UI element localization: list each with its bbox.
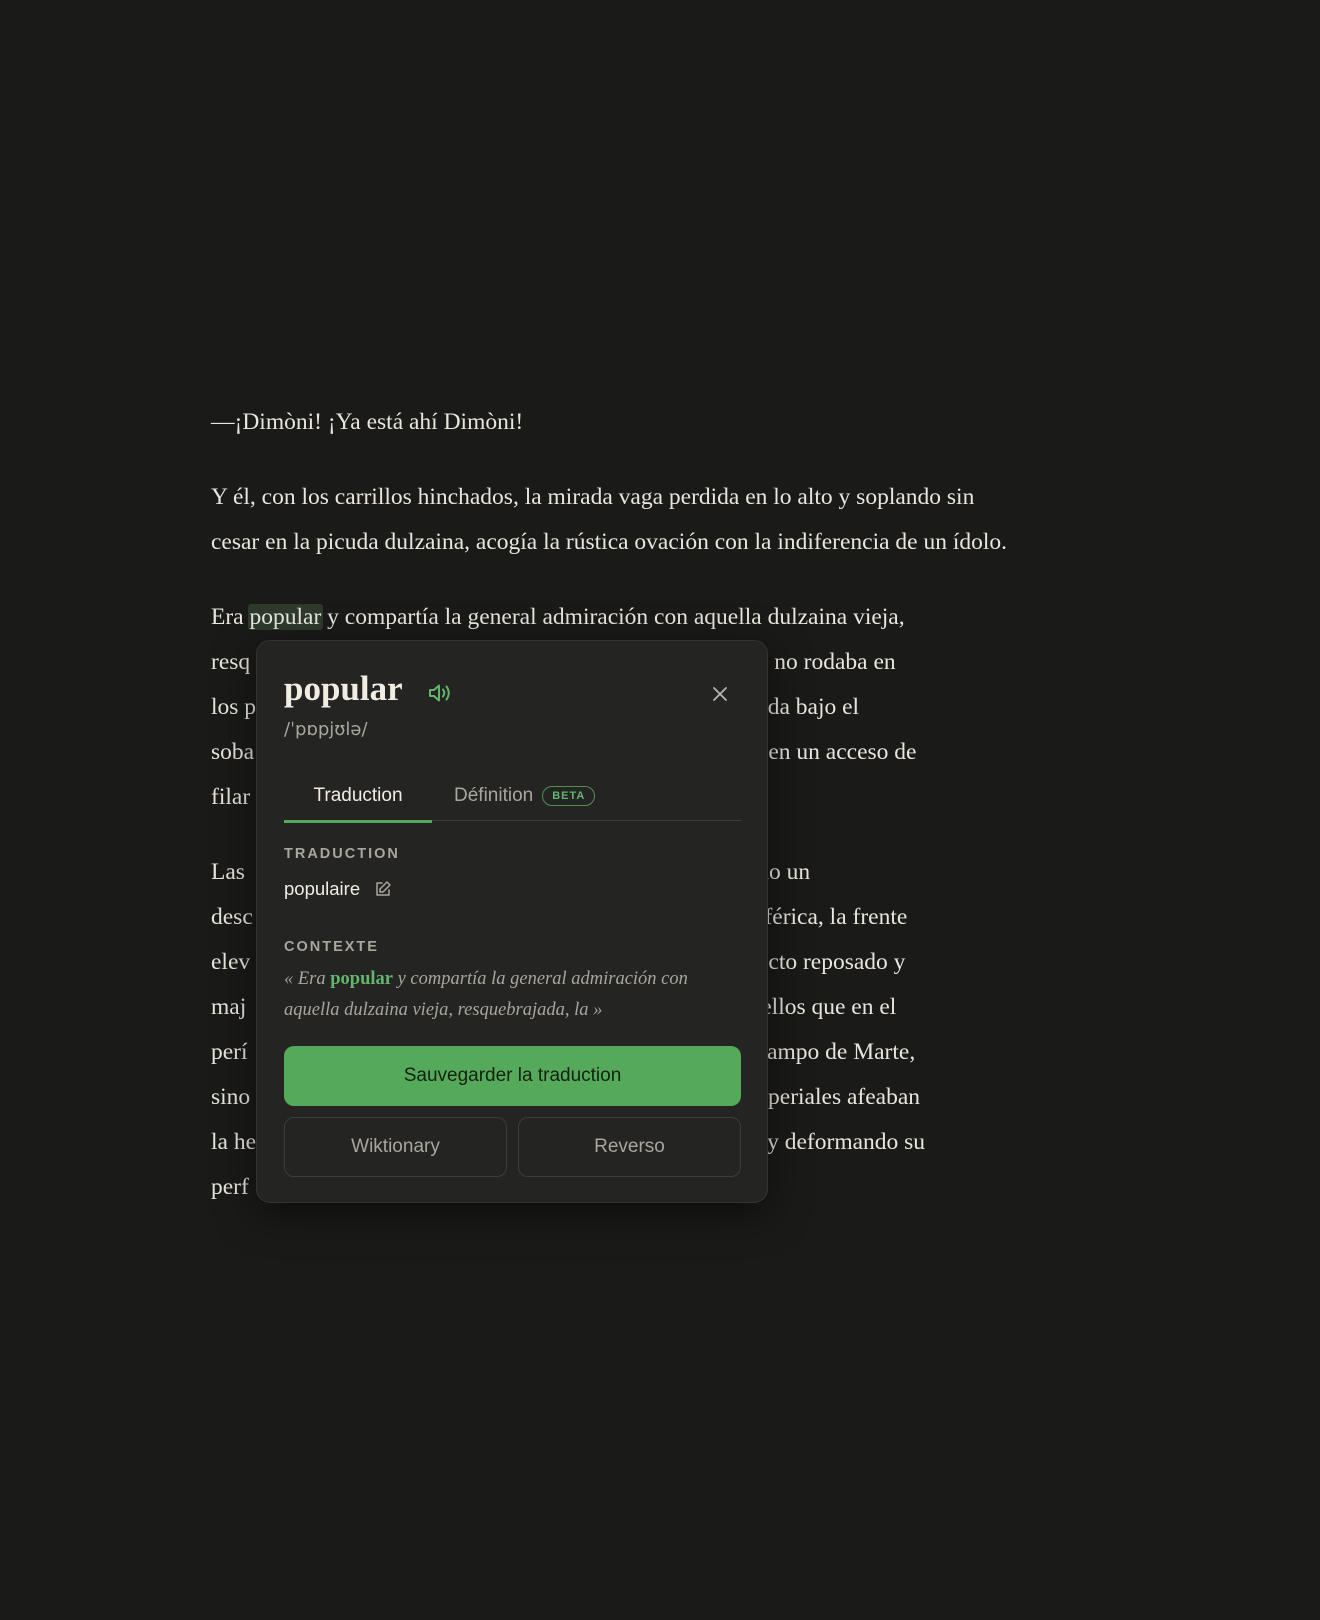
text-line: Y él, con los carrillos hinchados, la mi… <box>211 484 975 510</box>
text-line: Era popular y compartía la general admir… <box>211 595 1131 640</box>
tab-label: Traduction <box>313 785 403 806</box>
paragraph: Y él, con los carrillos hinchados, la mi… <box>211 475 1131 565</box>
popup-word: popular <box>284 669 403 708</box>
translation-row: populaire <box>284 878 392 900</box>
translation-label: TRADUCTION <box>284 846 400 862</box>
edit-icon[interactable] <box>374 880 392 898</box>
popup-tabs: Traduction Définition BETA <box>284 771 741 823</box>
text-line: —¡Dimòni! ¡Ya está ahí Dimòni! <box>211 409 524 435</box>
close-icon[interactable] <box>705 679 735 709</box>
text-segment: y compartía la general admiración con aq… <box>321 604 905 630</box>
highlighted-word[interactable]: popular <box>247 604 324 630</box>
speaker-icon[interactable] <box>427 681 455 705</box>
translation-popup: popular /ˈpɒpjʊlə/ Traduction Définition… <box>256 640 768 1203</box>
save-translation-button[interactable]: Sauvegarder la traduction <box>284 1046 741 1106</box>
tab-label: Définition <box>454 785 534 806</box>
text-line: cesar en la picuda dulzaina, acogía la r… <box>211 529 1008 555</box>
paragraph: —¡Dimòni! ¡Ya está ahí Dimòni! <box>211 400 1131 445</box>
phonetic-transcription: /ˈpɒpjʊlə/ <box>284 719 368 740</box>
text-segment: Era <box>211 604 250 630</box>
tab-traduction[interactable]: Traduction <box>284 771 432 823</box>
translation-value: populaire <box>284 878 361 899</box>
context-sentence: « Era popular y compartía la general adm… <box>284 964 744 1026</box>
tab-definition[interactable]: Définition BETA <box>454 771 596 821</box>
reverso-button[interactable]: Reverso <box>518 1117 741 1177</box>
context-word: popular <box>330 969 393 989</box>
beta-badge: BETA <box>542 786 596 806</box>
wiktionary-button[interactable]: Wiktionary <box>284 1117 507 1177</box>
context-text: « Era <box>284 969 331 989</box>
context-label: CONTEXTE <box>284 939 379 955</box>
